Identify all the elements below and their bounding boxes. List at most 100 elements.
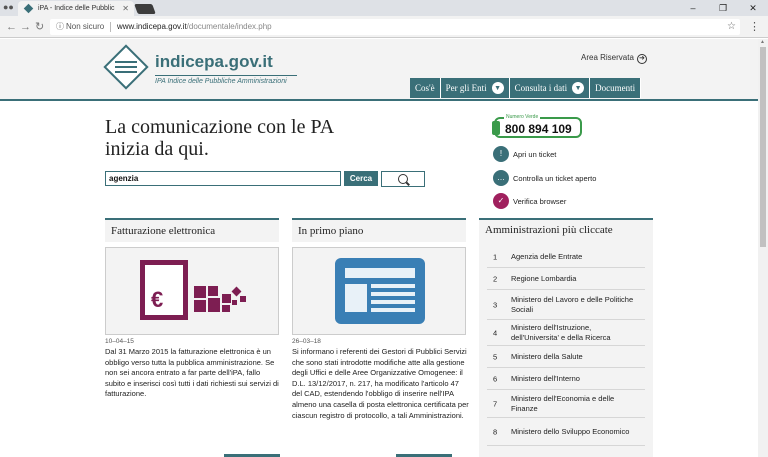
pixel-block (208, 286, 218, 296)
amm-item[interactable]: 1 Agenzia delle Entrate (487, 246, 645, 268)
amm-item[interactable]: 6 Ministero dell'Interno (487, 368, 645, 390)
phone-icon (492, 121, 500, 135)
chevron-down-icon[interactable]: ▼ (572, 82, 585, 94)
forward-icon[interactable]: → (20, 19, 31, 35)
hero-line-2: inizia da qui. (105, 138, 209, 160)
address-bar[interactable]: ⓘ Non sicuro www.indicepa.gov.it/documen… (50, 19, 740, 35)
newspaper-line (371, 300, 415, 304)
scroll-up-icon[interactable]: ▲ (760, 39, 765, 45)
service-label: Verifica browser (513, 197, 567, 206)
url-host: www.indicepa.gov.it (117, 22, 187, 31)
nav-label: Per gli Enti (445, 83, 487, 93)
numero-verde-badge[interactable]: Numero Verde 800 894 109 (492, 114, 582, 138)
tab-title: iPA - Indice delle Pubblic (38, 5, 115, 12)
amm-label: Ministero della Salute (511, 351, 583, 361)
newspaper-headline (345, 268, 415, 278)
browser-toolbar: ← → ↻ ⓘ Non sicuro www.indicepa.gov.it/d… (0, 16, 768, 38)
pixel-block (231, 286, 242, 297)
amm-number: 6 (493, 374, 498, 383)
amm-item[interactable]: 5 Ministero della Salute (487, 346, 645, 368)
area-riservata-link[interactable]: Area Riservata ➜ (581, 53, 647, 64)
service-label: Controlla un ticket aperto (513, 174, 597, 183)
close-tab-icon[interactable]: ✕ (122, 1, 129, 16)
numero-verde-label: Numero Verde (504, 114, 541, 120)
search-icon (398, 174, 408, 184)
invoice-doc-icon: € (140, 260, 188, 320)
url-path: /documentale/index.php (186, 22, 272, 31)
card-date: 10–04–15 (105, 338, 134, 345)
address-separator (110, 22, 111, 32)
bookmark-star-icon[interactable]: ☆ (727, 19, 736, 35)
amm-number: 2 (493, 274, 498, 283)
card-date: 26–03–18 (292, 338, 321, 345)
nav-label: Consulta i dati (514, 83, 568, 93)
search-input[interactable]: agenzia (105, 171, 341, 186)
pixel-block (194, 286, 206, 298)
site-subtitle: IPA Indice delle Pubbliche Amministrazio… (155, 75, 297, 85)
euro-icon: € (151, 287, 164, 312)
new-tab-button[interactable] (134, 4, 156, 14)
advanced-search-button[interactable] (381, 171, 425, 187)
amm-item[interactable]: 7 Ministero dell'Economia e delle Finanze (487, 390, 645, 418)
newspaper-line (371, 284, 415, 288)
invoice-illustration[interactable]: € (105, 247, 279, 335)
amm-number: 1 (493, 252, 498, 261)
browser-menu-icon[interactable]: ⋮ (749, 19, 760, 35)
amm-number: 4 (493, 328, 498, 337)
nav-documenti[interactable]: Documenti (590, 78, 642, 98)
card-title-fatturazione[interactable]: Fatturazione elettronica (105, 218, 279, 242)
amm-label: Agenzia delle Entrate (511, 251, 583, 261)
reload-icon[interactable]: ↻ (35, 19, 44, 35)
search-button[interactable]: Cerca (344, 171, 378, 186)
page-scrollbar[interactable]: ▲ (758, 39, 768, 457)
favicon-icon (23, 3, 34, 14)
site-header: indicepa.gov.it IPA Indice delle Pubblic… (0, 39, 758, 101)
nav-per-gli-enti[interactable]: Per gli Enti ▼ (440, 78, 510, 98)
amm-item[interactable]: 4 Ministero dell'Istruzione, dell'Univers… (487, 320, 645, 346)
amm-label: Ministero dello Sviluppo Economico (511, 426, 630, 436)
browser-tab[interactable]: iPA - Indice delle Pubblic ✕ (18, 1, 134, 16)
nav-cos-e[interactable]: Cos'è (410, 78, 441, 98)
scrollbar-thumb[interactable] (760, 47, 766, 247)
amm-number: 5 (493, 352, 498, 361)
newspaper-line (371, 292, 415, 296)
close-window-icon[interactable]: ✕ (738, 0, 768, 16)
minimize-icon[interactable]: – (678, 0, 708, 16)
amm-label: Ministero dell'Economia e delle Finanze (511, 393, 615, 413)
amm-number: 8 (493, 427, 498, 436)
pixel-block (208, 298, 220, 312)
nav-consulta-i-dati[interactable]: Consulta i dati ▼ (509, 78, 591, 98)
amministrazioni-title: Amministrazioni più cliccate (485, 224, 613, 236)
info-icon[interactable]: ⓘ (56, 19, 64, 35)
pixel-block (194, 300, 206, 312)
pixel-block (232, 300, 237, 305)
back-icon[interactable]: ← (6, 19, 17, 35)
check-icon: ✓ (493, 193, 509, 209)
site-name[interactable]: indicepa.gov.it (155, 52, 273, 72)
amm-item[interactable]: 2 Regione Lombardia (487, 268, 645, 290)
pixel-block (240, 296, 246, 302)
amm-label: Regione Lombardia (511, 273, 577, 283)
newspaper-photo (345, 284, 367, 312)
newspaper-line (371, 308, 415, 312)
amm-item[interactable]: 3 Ministero del Lavoro e delle Politiche … (487, 290, 645, 320)
newspaper-icon (335, 258, 425, 324)
chat-icon: … (493, 170, 509, 186)
amm-label: Ministero del Lavoro e delle Politiche S… (511, 294, 634, 314)
amministrazioni-panel: Amministrazioni più cliccate 1 Agenzia de… (479, 218, 653, 457)
nav-label: Cos'è (415, 83, 435, 93)
area-riservata-label: Area Riservata (581, 53, 634, 62)
amm-label: Ministero dell'Interno (511, 373, 580, 383)
news-illustration[interactable] (292, 247, 466, 335)
logo-lines-icon (115, 61, 137, 76)
amm-item[interactable]: 8 Ministero dello Sviluppo Economico (487, 418, 645, 446)
card-title-primo-piano[interactable]: In primo piano (292, 218, 466, 242)
chevron-down-icon[interactable]: ▼ (491, 82, 504, 94)
amm-number: 3 (493, 300, 498, 309)
hero-line-1: La comunicazione con le PA (105, 116, 335, 138)
service-label: Apri un ticket (513, 150, 557, 159)
maximize-icon[interactable]: ❐ (708, 0, 738, 16)
pixel-block (222, 305, 230, 312)
pixel-block (222, 294, 231, 303)
nav-label: Documenti (595, 83, 636, 93)
